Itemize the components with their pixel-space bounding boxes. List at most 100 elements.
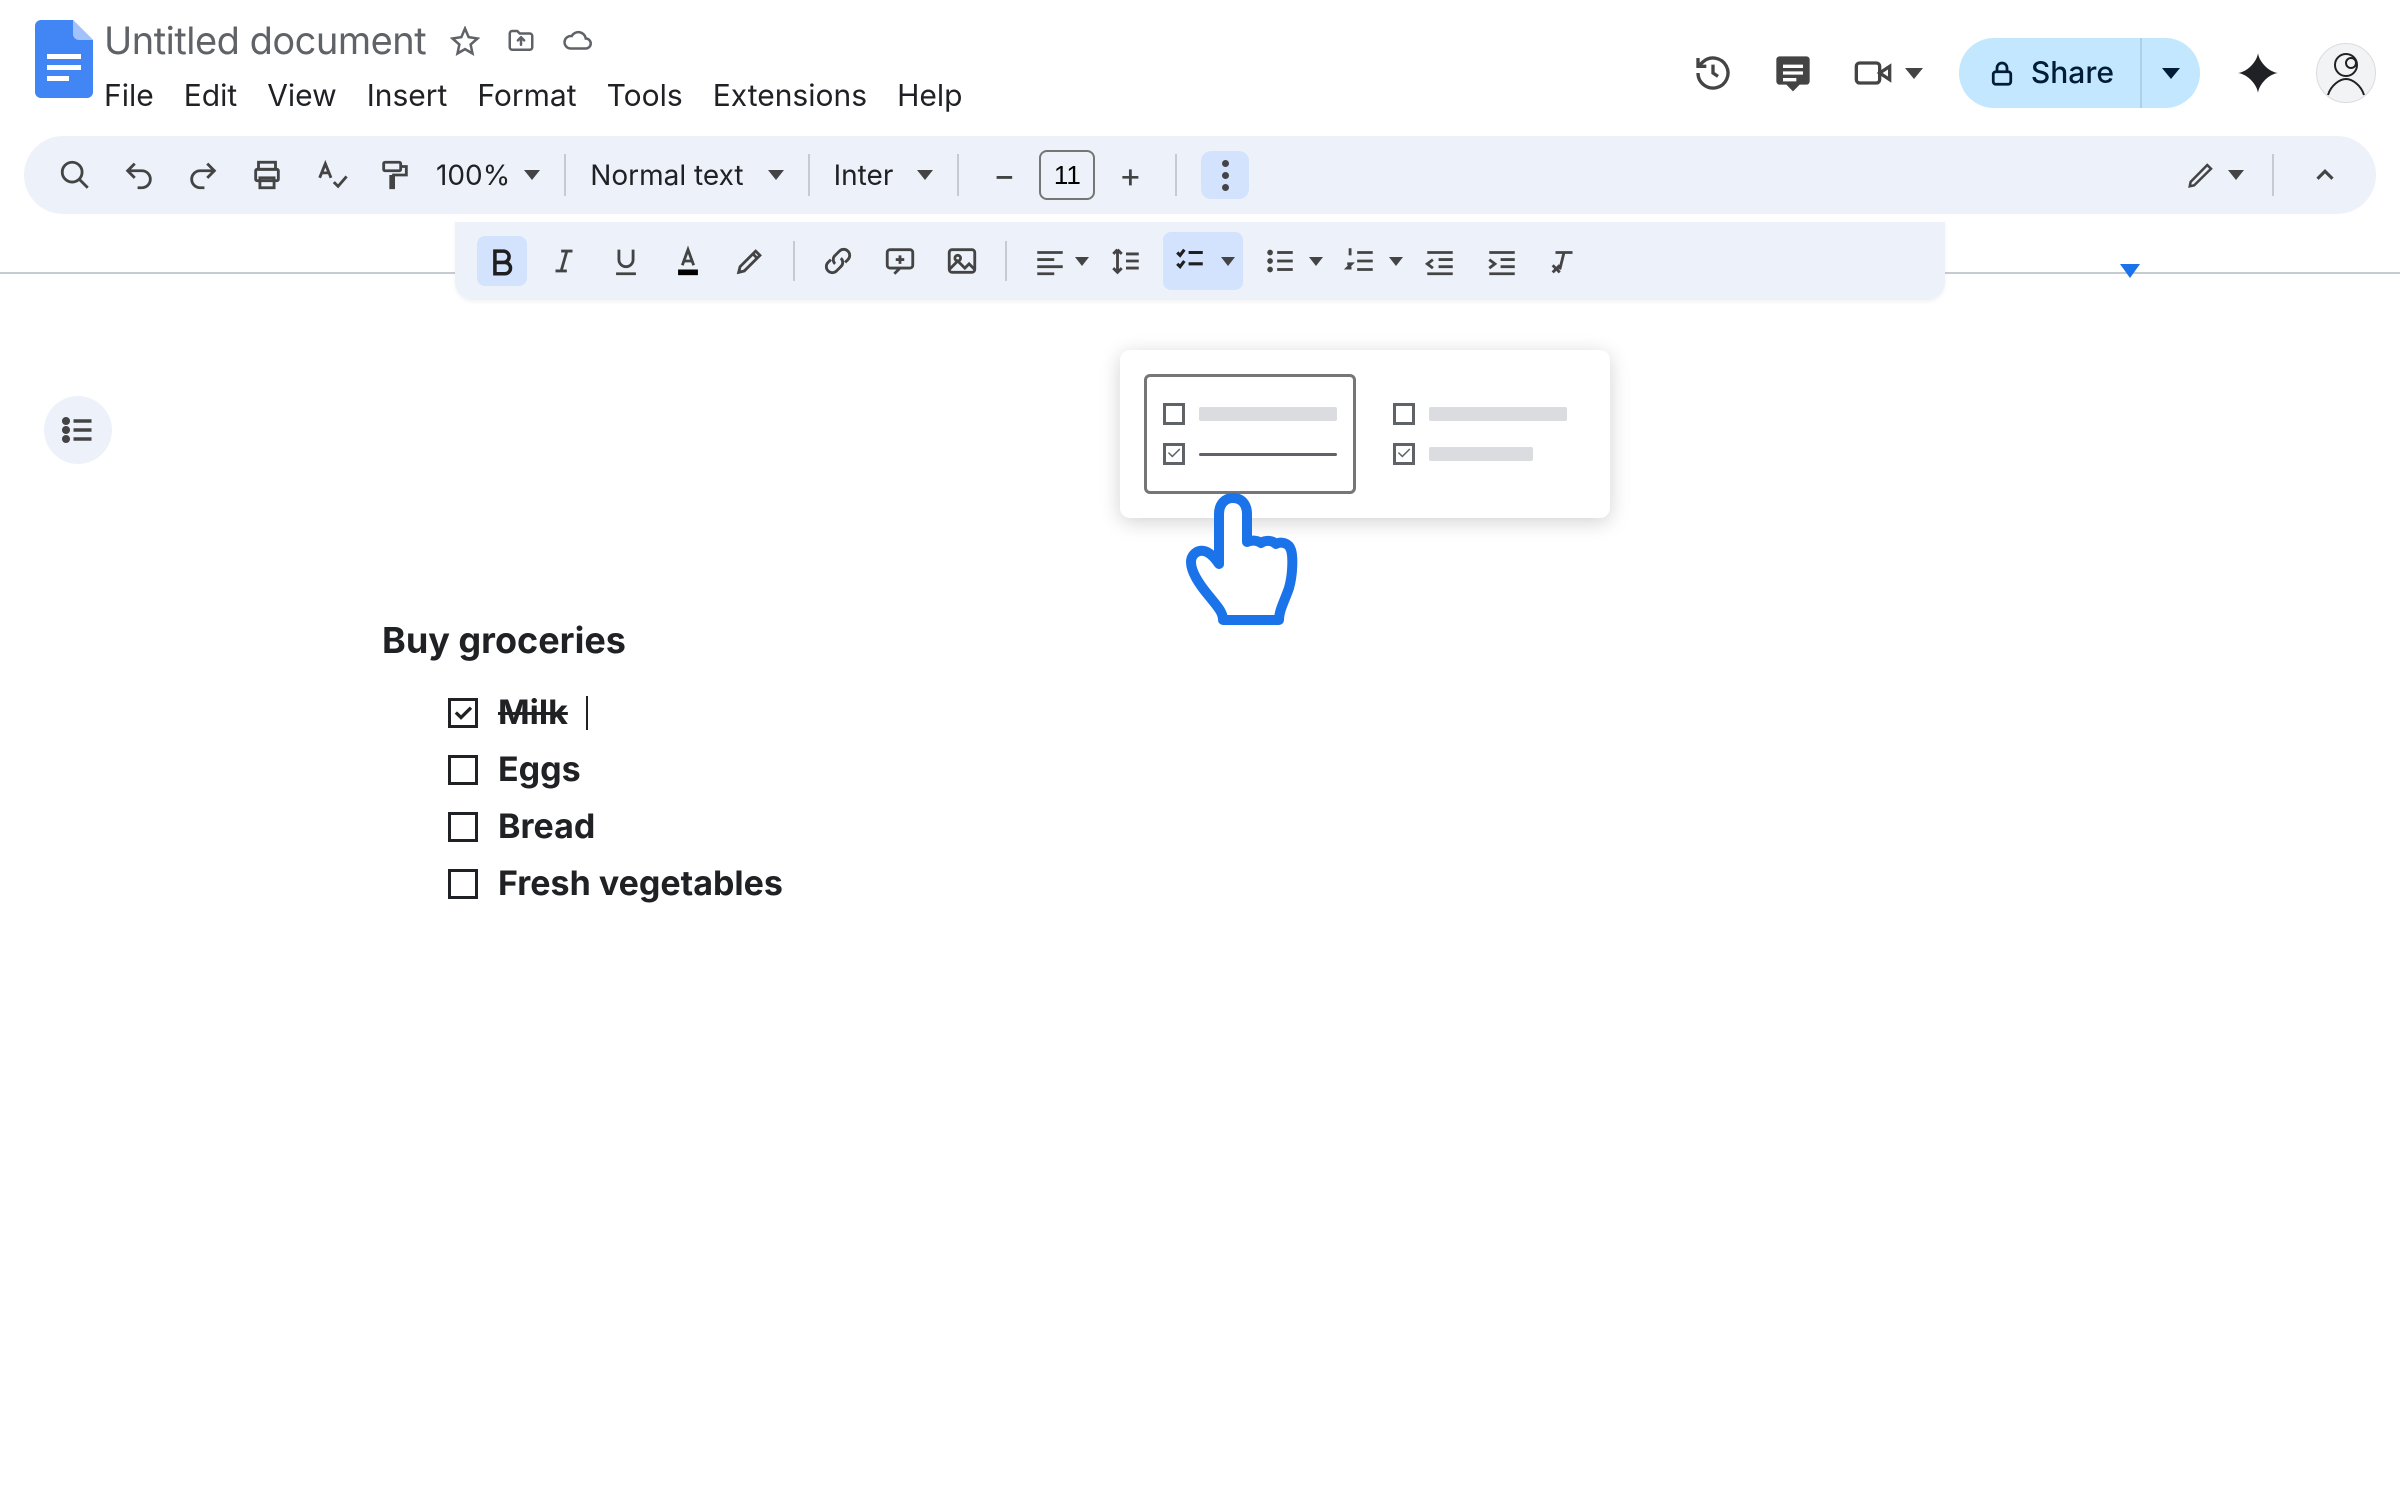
meet-button[interactable] [1851, 51, 1923, 95]
checklist-item-text[interactable]: Fresh vegetables [498, 863, 783, 904]
cloud-status-icon[interactable] [560, 24, 594, 58]
document-heading[interactable]: Buy groceries [382, 618, 2340, 662]
checklist-item[interactable]: Bread [448, 806, 2340, 847]
cursor-pointer-icon [1185, 490, 1305, 634]
collapse-toolbar-icon[interactable] [2302, 152, 2348, 198]
checklist-item[interactable]: Eggs [448, 749, 2340, 790]
caret-down-icon [524, 170, 540, 180]
separator [1005, 241, 1007, 281]
increase-indent-button[interactable] [1477, 236, 1527, 286]
comments-icon[interactable] [1771, 51, 1815, 95]
caret-down-icon [2228, 170, 2244, 180]
numbered-list-icon [1335, 236, 1385, 286]
menu-extensions[interactable]: Extensions [713, 78, 867, 114]
insert-image-button[interactable] [937, 236, 987, 286]
outline-toggle-button[interactable] [44, 396, 112, 464]
checklist: Milk Eggs Bread Fresh vegetables [448, 692, 2340, 904]
caret-down-icon [1221, 257, 1235, 266]
checklist-item-text[interactable]: Bread [498, 806, 595, 847]
checklist-icon [1165, 236, 1215, 286]
share-group: Share [1959, 38, 2200, 108]
checkbox-icon [1393, 403, 1415, 425]
menu-insert[interactable]: Insert [367, 78, 448, 114]
history-icon[interactable] [1691, 51, 1735, 95]
add-comment-button[interactable] [875, 236, 925, 286]
video-icon [1851, 51, 1895, 95]
share-button[interactable]: Share [1987, 55, 2140, 91]
toolbar-secondary-wrap [0, 222, 2400, 300]
bulleted-list-button[interactable] [1255, 236, 1323, 286]
checklist-option-strikethrough[interactable] [1144, 374, 1356, 494]
checklist-item-text[interactable]: Milk [498, 692, 568, 733]
paint-format-icon[interactable] [372, 152, 418, 198]
document-title[interactable]: Untitled document [104, 18, 426, 64]
checklist-option-plain[interactable] [1374, 374, 1586, 494]
numbered-list-button[interactable] [1335, 236, 1403, 286]
italic-button[interactable] [539, 236, 589, 286]
caret-down-icon [1389, 257, 1403, 266]
clear-formatting-button[interactable] [1539, 236, 1589, 286]
checkbox-checked-icon [1393, 443, 1415, 465]
paragraph-style-select[interactable]: Normal text [590, 158, 783, 192]
more-options-button[interactable] [1201, 151, 1249, 199]
bold-button[interactable] [477, 236, 527, 286]
move-icon[interactable] [504, 24, 538, 58]
gemini-icon[interactable] [2236, 51, 2280, 95]
checkbox-icon[interactable] [448, 812, 478, 842]
decrease-indent-button[interactable] [1415, 236, 1465, 286]
menu-help[interactable]: Help [897, 78, 962, 114]
decrease-font-button[interactable]: − [983, 154, 1025, 196]
menu-bar: File Edit View Insert Format Tools Exten… [104, 64, 963, 114]
share-dropdown[interactable] [2140, 38, 2200, 108]
menu-view[interactable]: View [267, 78, 336, 114]
text-cursor [586, 696, 588, 730]
separator [957, 154, 959, 196]
search-icon[interactable] [52, 152, 98, 198]
font-select[interactable]: Inter [834, 158, 934, 192]
account-avatar[interactable] [2316, 43, 2376, 103]
undo-icon[interactable] [116, 152, 162, 198]
spellcheck-icon[interactable] [308, 152, 354, 198]
caret-down-icon [1309, 257, 1323, 266]
menu-edit[interactable]: Edit [184, 78, 237, 114]
align-button[interactable] [1025, 236, 1089, 286]
menu-tools[interactable]: Tools [607, 78, 683, 114]
highlight-color-button[interactable] [725, 236, 775, 286]
underline-button[interactable] [601, 236, 651, 286]
font-size-input[interactable] [1039, 150, 1095, 200]
docs-logo[interactable] [24, 12, 104, 122]
zoom-select[interactable]: 100% [436, 158, 540, 192]
caret-down-icon [917, 170, 933, 180]
document-canvas[interactable]: Buy groceries Milk Eggs Bread Fresh vege… [300, 360, 2340, 1500]
header: Untitled document File Edit View Insert … [0, 0, 2400, 122]
checklist-button[interactable] [1163, 232, 1243, 290]
separator [793, 241, 795, 281]
align-left-icon [1025, 236, 1075, 286]
header-right: Share [1691, 12, 2376, 108]
checklist-item[interactable]: Fresh vegetables [448, 863, 2340, 904]
insert-link-button[interactable] [813, 236, 863, 286]
caret-down-icon [768, 170, 784, 180]
checkbox-icon[interactable] [448, 869, 478, 899]
menu-format[interactable]: Format [477, 78, 576, 114]
menu-file[interactable]: File [104, 78, 154, 114]
increase-font-button[interactable]: + [1109, 154, 1151, 196]
editing-mode-button[interactable] [2186, 160, 2244, 190]
pencil-icon [2186, 160, 2216, 190]
paragraph-style-value: Normal text [590, 158, 743, 192]
checkbox-icon[interactable] [448, 755, 478, 785]
font-value: Inter [834, 158, 894, 192]
checklist-item[interactable]: Milk [448, 692, 2340, 733]
checkbox-checked-icon[interactable] [448, 698, 478, 728]
toolbar-secondary [455, 222, 1945, 300]
line-spacing-button[interactable] [1101, 236, 1151, 286]
text-color-button[interactable] [663, 236, 713, 286]
star-icon[interactable] [448, 24, 482, 58]
separator [1175, 154, 1177, 196]
redo-icon[interactable] [180, 152, 226, 198]
title-area: Untitled document File Edit View Insert … [104, 12, 963, 114]
checklist-item-text[interactable]: Eggs [498, 749, 581, 790]
print-icon[interactable] [244, 152, 290, 198]
bullet-list-icon [1255, 236, 1305, 286]
separator [2272, 154, 2274, 196]
